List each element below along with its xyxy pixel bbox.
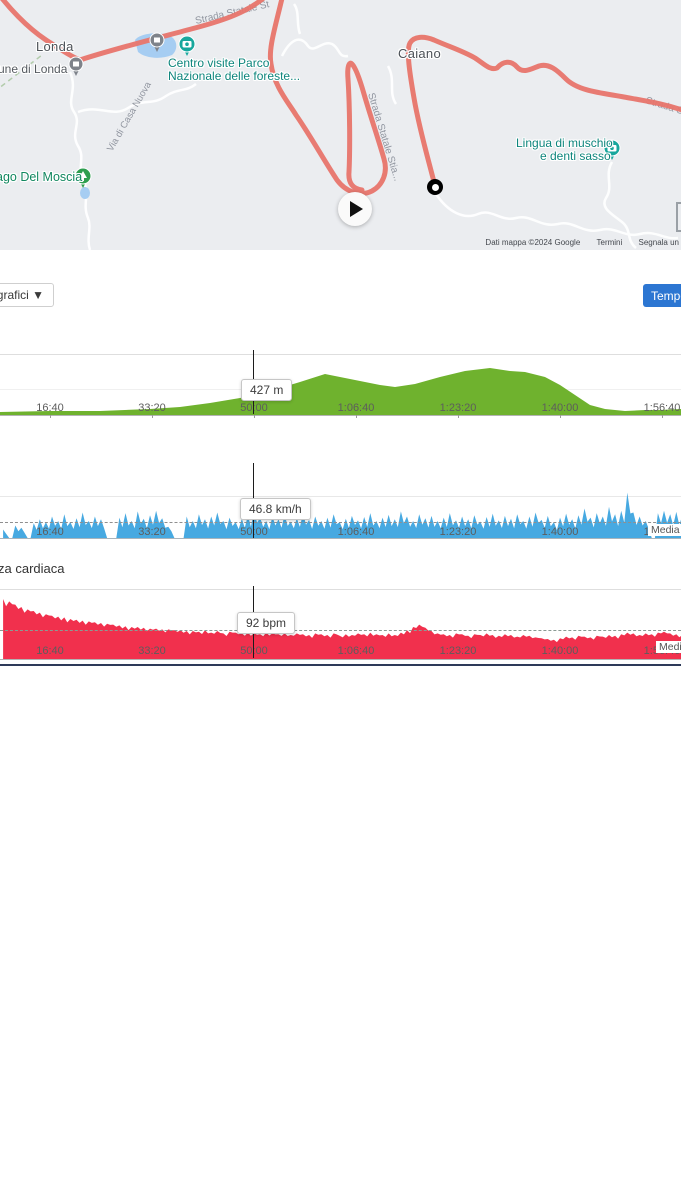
axis-tick-label: 1:40:00 [542,402,579,414]
route-position-marker [427,179,443,195]
axis-tick-label: 50:00 [240,645,268,657]
municipality-label: une di Londa [0,62,67,76]
map-scale-control[interactable] [670,202,681,232]
axis-tick-label: 16:40 [36,526,64,538]
section-divider [0,664,681,666]
play-icon [350,201,363,217]
speed-axis-ticks: 16:4033:2050:001:06:401:23:201:40:001:56… [0,526,681,539]
speed-average-line [0,522,681,523]
route-map[interactable]: Strada Statale St Strada Statale Stia...… [0,0,681,250]
heart-rate-average-line [0,630,681,631]
lake-poi-label: ago Del Moscia [0,170,82,184]
elevation-chart[interactable]: 16:40 33:20 50:00 1:06:40 1:23:20 1:40:00 1:56… [0,354,681,415]
speed-average-label: Media [648,524,681,536]
axis-tick-label: 1:23:20 [440,645,477,657]
axis-tick-label: 1:23:20 [440,526,477,538]
axis-tick-label: 33:20 [138,645,166,657]
elevation-tooltip: 427 m [241,379,292,401]
terms-link[interactable]: Termini [597,238,623,247]
heart-rate-average-label: Media [656,641,681,653]
road-label-via: Via di Casa Nuova [105,79,154,153]
heart-rate-tooltip: 92 bpm [237,612,295,634]
compare-graphs-dropdown[interactable]: a grafici ▼ [0,283,54,307]
play-route-button[interactable] [338,192,372,226]
axis-tick-label: 1:06:40 [338,645,375,657]
map-data-credit: Dati mappa ©2024 Google [485,238,580,247]
axis-tick-label: 16:40 [36,645,64,657]
map-attribution: Dati mappa ©2024 Google Termini Segnala … [485,238,679,247]
elevation-baseline [0,415,681,416]
moss-poi-label-line2: e denti sasso [540,150,611,163]
axis-tick-label: 50:00 [240,402,268,414]
heart-rate-axis-ticks: 16:4033:2050:001:06:401:23:201:40:001:56… [0,645,681,658]
axis-tick-label: 1:06:40 [338,402,375,414]
axis-tick-label: 1:40:00 [542,526,579,538]
heart-rate-section-title: za cardiaca [0,561,64,576]
activity-analysis-page: Strada Statale St Strada Statale Stia...… [0,0,681,1200]
speed-chart[interactable]: 16:4033:2050:001:06:401:23:201:40:001:56… [0,463,681,538]
visitor-center-camera-pin[interactable] [179,36,195,56]
heart-rate-baseline [0,659,681,660]
elevation-axis-ticks: 16:40 33:20 50:00 1:06:40 1:23:20 1:40:00 1:56… [0,402,681,415]
visitor-center-label-line2: Nazionale delle foreste... [168,70,300,83]
axis-tick-label: 1:23:20 [440,402,477,414]
route-polyline [0,0,681,194]
heart-rate-chart[interactable]: 16:4033:2050:001:06:401:23:201:40:001:56… [0,589,681,659]
axis-tick-label: 1:56:40 [644,402,681,414]
town-label-londa: Londa [36,39,74,54]
axis-tick-label: 16:40 [36,402,64,414]
axis-tick-label: 33:20 [138,402,166,414]
time-axis-toggle-button[interactable]: Tempo [643,284,681,307]
axis-tick-label: 1:06:40 [338,526,375,538]
pond [80,187,90,199]
axis-tick-label: 33:20 [138,526,166,538]
axis-tick-label: 1:40:00 [542,645,579,657]
axis-tick-label: 50:00 [240,526,268,538]
report-link[interactable]: Segnala un [639,238,679,247]
town-label-caiano: Caiano [398,46,441,61]
speed-tooltip: 46.8 km/h [240,498,311,520]
